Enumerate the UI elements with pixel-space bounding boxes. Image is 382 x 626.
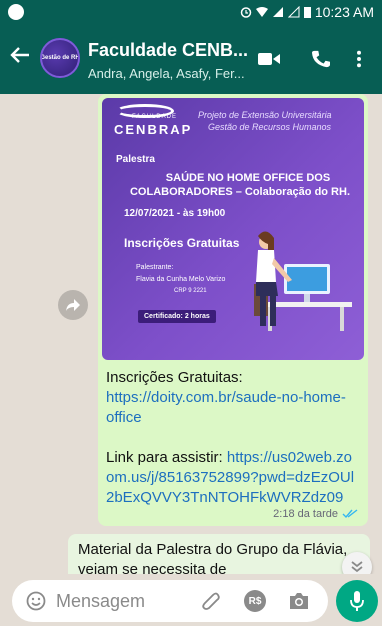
flyer-crp: CRP 9 2221 xyxy=(174,288,207,294)
signal-icon xyxy=(272,7,283,17)
microphone-icon xyxy=(350,591,364,611)
camera-icon[interactable] xyxy=(288,591,310,611)
voice-call-icon[interactable] xyxy=(310,50,332,68)
flyer-project-line2: Gestão de Recursos Humanos xyxy=(208,122,332,132)
status-bar: 10:23 AM xyxy=(0,0,382,24)
attach-icon[interactable] xyxy=(200,590,222,612)
incoming-message-text: Material da Palestra do Grupo da Flávia,… xyxy=(78,541,348,574)
flyer-logo-small: FACULDADE xyxy=(132,114,178,120)
chat-area[interactable]: FACULDADE CENBRAP Projeto de Extensão Un… xyxy=(0,94,382,574)
microphone-button[interactable] xyxy=(336,580,378,622)
flyer-tag: Palestra xyxy=(116,154,155,165)
payment-icon[interactable]: R$ xyxy=(244,590,266,612)
registration-link[interactable]: https://doity.com.br/saude-no-home-offic… xyxy=(106,389,346,426)
incoming-message[interactable]: Material da Palestra do Grupo da Flávia,… xyxy=(68,534,370,574)
battery-icon xyxy=(303,7,311,18)
chat-title[interactable]: Faculdade CENB... xyxy=(88,40,248,61)
alarm-icon xyxy=(240,7,252,18)
registration-label: Inscrições Gratuitas: xyxy=(106,369,243,386)
signal-2-icon xyxy=(287,6,300,18)
emoji-icon[interactable] xyxy=(26,591,46,611)
video-call-icon[interactable] xyxy=(258,50,280,68)
flyer-title-line2: COLABORADORES – Colaboração do RH. xyxy=(129,186,351,198)
event-flyer-image[interactable]: FACULDADE CENBRAP Projeto de Extensão Un… xyxy=(102,98,364,360)
flyer-date: 12/07/2021 - às 19h00 xyxy=(124,208,226,219)
back-arrow-icon[interactable] xyxy=(10,46,30,68)
message-input[interactable] xyxy=(56,590,186,612)
message-body: Inscrições Gratuitas: https://doity.com.… xyxy=(102,360,364,508)
scroll-down-button[interactable] xyxy=(342,552,372,574)
flyer-logo: CENBRAP xyxy=(114,122,193,137)
flyer-certificate: Certificado: 2 horas xyxy=(138,310,216,323)
input-bar: R$ xyxy=(0,574,382,626)
chat-participants[interactable]: Andra, Angela, Asafy, Fer... xyxy=(88,66,245,81)
flyer-title-line1: SAÚDE NO HOME OFFICE DOS xyxy=(165,172,331,184)
watch-label: Link para assistir: xyxy=(106,449,227,466)
person-at-desk-illustration xyxy=(254,231,352,331)
flyer-speaker-name: Flavia da Cunha Melo Varizo xyxy=(136,276,226,283)
outgoing-message[interactable]: FACULDADE CENBRAP Projeto de Extensão Un… xyxy=(98,94,368,526)
status-time: 10:23 AM xyxy=(314,4,374,20)
group-avatar[interactable]: Gestão de RH xyxy=(40,38,80,78)
notification-icon xyxy=(8,4,24,20)
wifi-icon xyxy=(255,7,268,17)
flyer-registration: Inscrições Gratuitas xyxy=(124,236,240,250)
message-meta: 2:18 da tarde xyxy=(273,508,358,520)
chat-header: Gestão de RH Faculdade CENB... Andra, An… xyxy=(0,24,382,94)
more-options-icon[interactable] xyxy=(354,50,364,68)
status-icons: 10:23 AM xyxy=(240,4,374,20)
forward-icon[interactable] xyxy=(58,290,88,320)
double-check-icon xyxy=(342,509,358,519)
double-chevron-down-icon xyxy=(351,561,363,573)
flyer-project-line1: Projeto de Extensão Universitária xyxy=(198,110,332,120)
message-time: 2:18 da tarde xyxy=(273,508,338,520)
flyer-speaker-label: Palestrante: xyxy=(136,264,174,271)
message-input-box[interactable]: R$ xyxy=(12,580,328,622)
